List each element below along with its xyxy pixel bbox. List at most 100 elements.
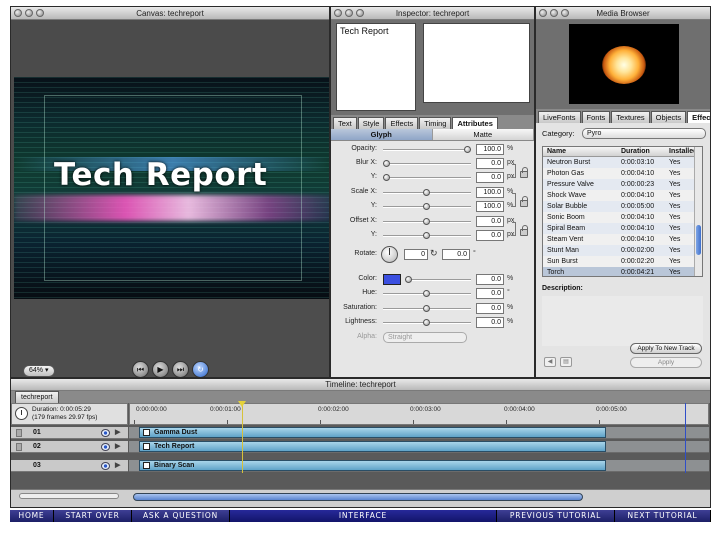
canvas-stage[interactable]: Tech Report: [14, 77, 329, 299]
minimize-window-button[interactable]: [345, 9, 353, 17]
track-header-01[interactable]: 01 ▶: [11, 427, 128, 439]
rotate-dial[interactable]: [381, 246, 398, 263]
zoom-window-button[interactable]: [356, 9, 364, 17]
track-header-02[interactable]: 02 ▶: [11, 441, 128, 453]
lightness-field[interactable]: 0.0: [476, 317, 504, 328]
visibility-icon[interactable]: [101, 429, 110, 437]
tab-effects[interactable]: Effects: [687, 111, 710, 123]
table-row[interactable]: Steam Vent 0:00:04:10 Yes: [543, 234, 702, 245]
offset-lock-icon[interactable]: [520, 225, 528, 236]
timeline-titlebar[interactable]: Timeline: techreport: [11, 379, 710, 391]
playhead[interactable]: [242, 401, 243, 473]
tab-effects[interactable]: Effects: [385, 117, 419, 129]
tab-objects[interactable]: Objects: [650, 111, 687, 123]
playhead-handle[interactable]: [238, 401, 246, 407]
go-to-start-button[interactable]: ⏮: [132, 361, 149, 377]
end-marker[interactable]: [685, 403, 686, 473]
tab-attributes[interactable]: Attributes: [452, 117, 498, 129]
timeline-horizontal-scrollbar[interactable]: [133, 493, 583, 501]
scale-x-field[interactable]: 100.0: [476, 187, 504, 198]
opacity-field[interactable]: 100.0: [476, 144, 504, 155]
back-button[interactable]: ◀: [544, 357, 556, 367]
previous-tutorial-button[interactable]: PREVIOUS TUTORIAL: [497, 510, 615, 522]
start-over-button[interactable]: START OVER: [54, 510, 132, 522]
slider-knob[interactable]: [423, 305, 430, 312]
offset-x-slider[interactable]: [383, 218, 471, 225]
offset-x-field[interactable]: 0.0: [476, 216, 504, 227]
table-row[interactable]: Photon Gas 0:00:04:10 Yes: [543, 168, 702, 179]
slider-knob[interactable]: [423, 319, 430, 326]
tab-style[interactable]: Style: [357, 117, 385, 129]
column-duration[interactable]: Duration: [617, 147, 665, 156]
blur-lock-icon[interactable]: [520, 167, 528, 178]
tab-glyph[interactable]: Glyph: [331, 129, 433, 140]
table-row[interactable]: Shock Wave 0:00:04:10 Yes: [543, 190, 702, 201]
scrollbar-thumb[interactable]: [696, 225, 701, 255]
next-tutorial-button[interactable]: NEXT TUTORIAL: [615, 510, 711, 522]
track-header-03[interactable]: 03 ▶: [11, 460, 128, 472]
color-field[interactable]: 0.0: [476, 274, 504, 285]
minimize-window-button[interactable]: [25, 9, 33, 17]
close-window-button[interactable]: [14, 9, 22, 17]
rotate-degrees-field[interactable]: 0.0: [442, 249, 470, 260]
tab-textures[interactable]: Textures: [611, 111, 650, 123]
visibility-icon[interactable]: [101, 462, 110, 470]
zoom-window-button[interactable]: [36, 9, 44, 17]
slider-knob[interactable]: [423, 290, 430, 297]
minimize-window-button[interactable]: [550, 9, 558, 17]
color-swatch[interactable]: [383, 274, 401, 285]
tab-livefonts[interactable]: LiveFonts: [538, 111, 581, 123]
folder-icon[interactable]: ▤: [560, 357, 572, 367]
alpha-popup[interactable]: Straight: [383, 332, 467, 343]
close-window-button[interactable]: [539, 9, 547, 17]
ask-question-button[interactable]: ASK A QUESTION: [132, 510, 230, 522]
slider-knob[interactable]: [464, 146, 472, 153]
saturation-slider[interactable]: [383, 305, 471, 312]
lock-icon[interactable]: [16, 429, 22, 437]
saturation-field[interactable]: 0.0: [476, 303, 504, 314]
scale-y-field[interactable]: 100.0: [476, 201, 504, 212]
opacity-slider[interactable]: [383, 146, 472, 153]
offset-y-slider[interactable]: [383, 232, 471, 239]
scale-lock-icon[interactable]: [520, 196, 528, 207]
tab-fonts[interactable]: Fonts: [581, 111, 611, 123]
tab-techreport[interactable]: techreport: [15, 391, 59, 403]
slider-knob[interactable]: [423, 189, 430, 196]
stage-title-text[interactable]: Tech Report: [54, 157, 267, 193]
blur-x-field[interactable]: 0.0: [476, 158, 504, 169]
zoom-popup[interactable]: 64% ▾: [23, 365, 55, 377]
table-row[interactable]: Stunt Man 0:00:02:00 Yes: [543, 245, 702, 256]
table-row[interactable]: Sonic Boom 0:00:04:10 Yes: [543, 212, 702, 223]
color-slider[interactable]: [405, 276, 471, 283]
category-popup[interactable]: Pyro: [582, 128, 706, 139]
scale-x-slider[interactable]: [383, 189, 471, 196]
inspector-titlebar[interactable]: Inspector: techreport: [331, 7, 534, 20]
blur-y-field[interactable]: 0.0: [476, 172, 504, 183]
home-button[interactable]: HOME: [10, 510, 54, 522]
slider-knob[interactable]: [383, 160, 390, 167]
tab-matte[interactable]: Matte: [432, 129, 534, 140]
timeline-zoom-slider[interactable]: [19, 493, 119, 499]
blur-y-slider[interactable]: [383, 174, 471, 181]
rotate-revolutions-field[interactable]: 0: [404, 249, 428, 260]
lock-icon[interactable]: [16, 443, 22, 451]
slider-knob[interactable]: [423, 232, 430, 239]
scale-y-slider[interactable]: [383, 203, 471, 210]
apply-to-new-track-button[interactable]: Apply To New Track: [630, 343, 702, 354]
blur-x-slider[interactable]: [383, 160, 471, 167]
table-row[interactable]: Sun Burst 0:00:02:20 Yes: [543, 256, 702, 267]
table-scrollbar[interactable]: [694, 147, 702, 276]
play-button[interactable]: ▶: [152, 361, 169, 377]
loop-button[interactable]: ↻: [192, 361, 209, 377]
slider-knob[interactable]: [405, 276, 412, 283]
time-ruler[interactable]: 0:00:00:00 0:00:01:00 0:00:02:00 0:00:03…: [129, 403, 709, 425]
visibility-icon[interactable]: [101, 443, 110, 451]
table-row[interactable]: Spiral Beam 0:00:04:10 Yes: [543, 223, 702, 234]
hue-field[interactable]: 0.0: [476, 288, 504, 299]
slider-knob[interactable]: [423, 218, 430, 225]
offset-y-field[interactable]: 0.0: [476, 230, 504, 241]
go-to-end-button[interactable]: ⏭: [172, 361, 189, 377]
disclosure-arrow-icon[interactable]: ▶: [115, 460, 120, 472]
canvas-titlebar[interactable]: Canvas: techreport: [11, 7, 329, 20]
tab-timing[interactable]: Timing: [419, 117, 452, 129]
